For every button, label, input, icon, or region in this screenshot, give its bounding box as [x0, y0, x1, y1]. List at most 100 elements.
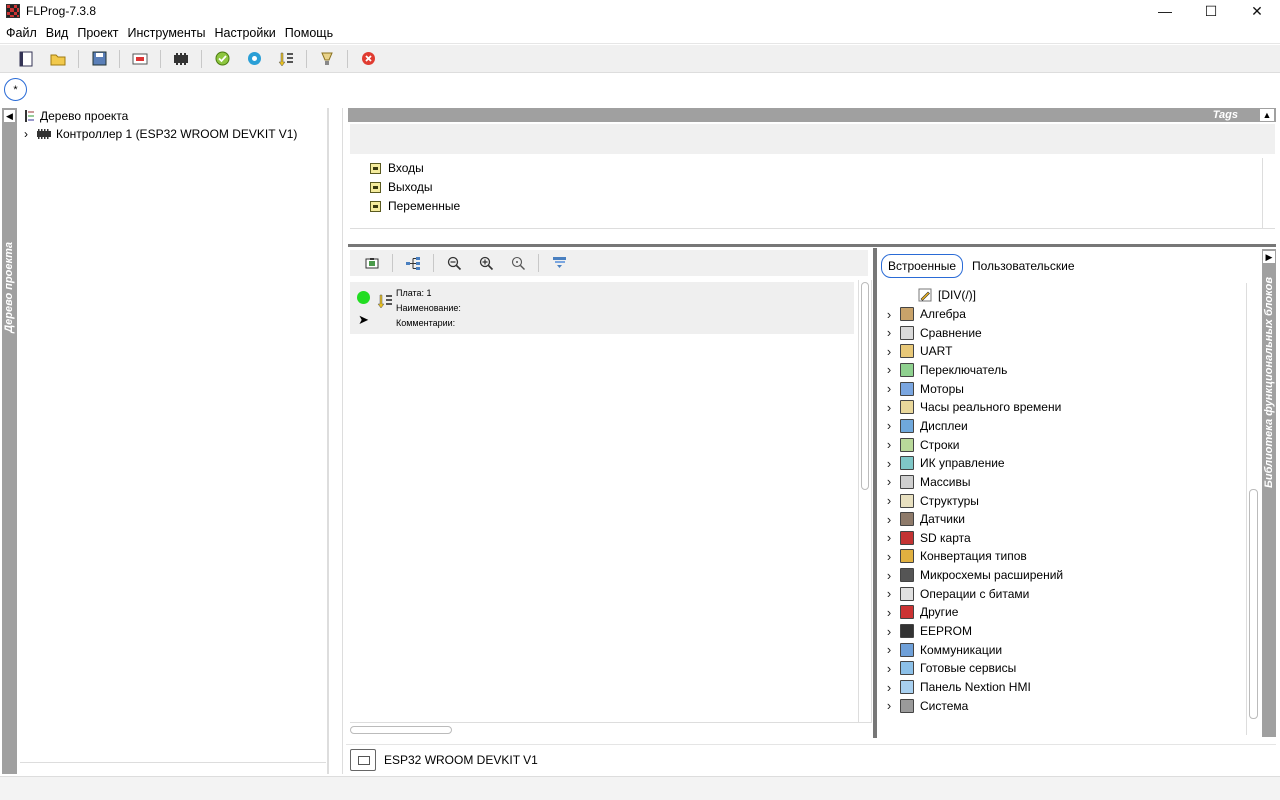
tab-builtin[interactable]: Встроенные: [881, 254, 963, 278]
menu-help[interactable]: Помощь: [283, 22, 340, 44]
library-category[interactable]: › Сравнение: [878, 324, 982, 342]
library-category[interactable]: › Алгебра: [878, 305, 966, 323]
tree-hscroll[interactable]: [20, 762, 326, 774]
library-category[interactable]: › Система: [878, 697, 969, 715]
chevron-right-icon[interactable]: ›: [24, 127, 36, 141]
scroll-thumb[interactable]: [861, 282, 869, 490]
chevron-right-icon[interactable]: ›: [878, 512, 900, 527]
library-category[interactable]: › Панель Nextion HMI: [878, 678, 1031, 696]
new-project-icon[interactable]: [16, 49, 36, 69]
eye-icon[interactable]: [244, 49, 264, 69]
collapse-left-icon[interactable]: ◀: [4, 110, 15, 122]
tag-variables[interactable]: Переменные: [370, 199, 460, 213]
lamp-icon[interactable]: [317, 49, 337, 69]
library-category-label: Алгебра: [920, 307, 966, 321]
chevron-right-icon[interactable]: ›: [878, 586, 900, 601]
schema-canvas[interactable]: ➤ Плата: 1 Наименование: Комментарии:: [350, 280, 858, 722]
chevron-right-icon[interactable]: ›: [878, 568, 900, 583]
library-category[interactable]: › Дисплеи: [878, 417, 968, 435]
layers-icon[interactable]: [549, 253, 569, 273]
zoom-out-icon[interactable]: [444, 253, 464, 273]
chevron-right-icon[interactable]: ›: [878, 549, 900, 564]
chevron-right-icon[interactable]: ›: [878, 624, 900, 639]
library-category[interactable]: › Микросхемы расширений: [878, 566, 1063, 584]
chevron-right-icon[interactable]: ›: [878, 362, 900, 377]
chevron-right-icon[interactable]: ›: [878, 307, 900, 322]
collapse-right-icon[interactable]: ▶: [1263, 251, 1275, 263]
menu-settings[interactable]: Настройки: [213, 22, 283, 44]
scroll-thumb[interactable]: [350, 726, 452, 734]
library-category[interactable]: › UART: [878, 342, 953, 360]
chevron-right-icon[interactable]: ›: [878, 605, 900, 620]
library-category[interactable]: › Другие: [878, 603, 959, 621]
zoom-in-icon[interactable]: [476, 253, 496, 273]
library-category[interactable]: › Моторы: [878, 380, 964, 398]
chevron-right-icon[interactable]: ›: [878, 437, 900, 452]
category-icon: [900, 474, 914, 489]
chevron-right-icon[interactable]: ›: [878, 642, 900, 657]
collapse-tags-icon[interactable]: ▲: [1260, 109, 1274, 121]
chevron-right-icon[interactable]: ›: [878, 456, 900, 471]
library-category[interactable]: › Часы реального времени: [878, 398, 1061, 416]
maximize-button[interactable]: ☐: [1188, 0, 1234, 22]
tag-outputs[interactable]: Выходы: [370, 180, 433, 194]
chevron-right-icon[interactable]: ›: [878, 493, 900, 508]
close-button[interactable]: ✕: [1234, 0, 1280, 22]
add-board-icon[interactable]: [362, 253, 382, 273]
menu-file[interactable]: Файл: [4, 22, 44, 44]
library-category[interactable]: › Конвертация типов: [878, 547, 1027, 565]
library-category[interactable]: › Строки: [878, 436, 960, 454]
board-icon[interactable]: [130, 49, 150, 69]
chevron-right-icon[interactable]: ›: [878, 698, 900, 713]
tab-custom[interactable]: Пользовательские: [972, 254, 1075, 278]
library-category[interactable]: › ИК управление: [878, 454, 1005, 472]
chevron-right-icon[interactable]: ›: [878, 680, 900, 695]
controller-icon[interactable]: [171, 49, 191, 69]
stop-icon[interactable]: [358, 49, 378, 69]
zoom-reset-icon[interactable]: [508, 253, 528, 273]
open-folder-icon[interactable]: [48, 49, 68, 69]
chevron-right-icon[interactable]: ›: [878, 530, 900, 545]
tag-inputs[interactable]: Входы: [370, 161, 424, 175]
tree-root[interactable]: Дерево проекта: [24, 109, 128, 123]
tree-controller-node[interactable]: › Контроллер 1 (ESP32 WROOM DEVKIT V1): [24, 127, 297, 141]
schema-hscroll[interactable]: [350, 722, 872, 736]
vertical-splitter[interactable]: [873, 248, 877, 738]
library-vscroll[interactable]: [1246, 283, 1260, 735]
tags-vscroll[interactable]: [1262, 158, 1276, 228]
status-bar: ESP32 WROOM DEVKIT V1: [346, 744, 1276, 774]
save-icon[interactable]: [89, 49, 109, 69]
board-icon[interactable]: [350, 748, 376, 771]
chevron-right-icon[interactable]: ›: [878, 381, 900, 396]
chevron-right-icon[interactable]: ›: [878, 474, 900, 489]
library-category[interactable]: › Структуры: [878, 492, 979, 510]
library-category[interactable]: › Готовые сервисы: [878, 659, 1016, 677]
minimize-button[interactable]: —: [1142, 0, 1188, 22]
tree-structure-icon[interactable]: [403, 253, 423, 273]
project-tab[interactable]: *: [4, 78, 27, 101]
library-item-div[interactable]: [DIV(/)]: [918, 286, 976, 304]
check-icon[interactable]: [212, 49, 232, 69]
menu-view[interactable]: Вид: [44, 22, 76, 44]
chevron-right-icon[interactable]: ›: [878, 344, 900, 359]
upload-icon[interactable]: [276, 49, 296, 69]
chevron-right-icon[interactable]: ›: [878, 325, 900, 340]
library-category[interactable]: › Массивы: [878, 473, 971, 491]
tags-hscroll[interactable]: [350, 228, 1275, 242]
library-category[interactable]: › Переключатель: [878, 361, 1008, 379]
horizontal-splitter[interactable]: [348, 244, 1276, 247]
chevron-right-icon[interactable]: ›: [878, 400, 900, 415]
scroll-thumb[interactable]: [1249, 489, 1258, 719]
library-category[interactable]: › EEPROM: [878, 622, 972, 640]
library-category[interactable]: › Коммуникации: [878, 641, 1002, 659]
chevron-right-icon[interactable]: ›: [878, 661, 900, 676]
menu-project[interactable]: Проект: [75, 22, 125, 44]
library-category[interactable]: › Операции с битами: [878, 585, 1030, 603]
tree-vscroll[interactable]: [328, 108, 343, 774]
schema-vscroll[interactable]: [858, 280, 872, 722]
library-category[interactable]: › Датчики: [878, 510, 965, 528]
library-category[interactable]: › SD карта: [878, 529, 971, 547]
chevron-right-icon[interactable]: ›: [878, 418, 900, 433]
menu-tools[interactable]: Инструменты: [126, 22, 213, 44]
board-card[interactable]: ➤ Плата: 1 Наименование: Комментарии:: [350, 282, 854, 334]
